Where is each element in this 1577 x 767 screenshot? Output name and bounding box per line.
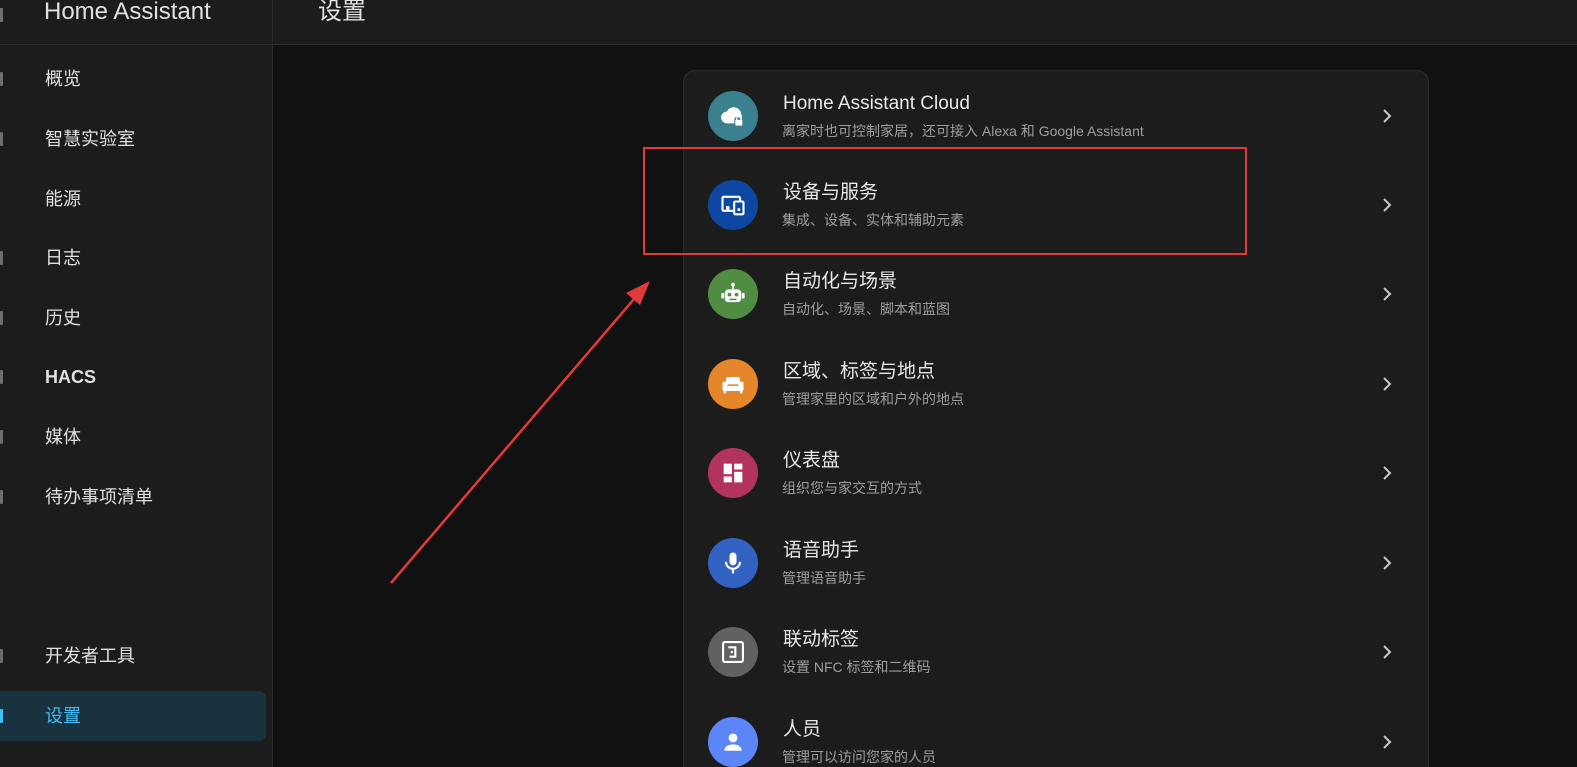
settings-icon: [0, 709, 3, 723]
sidebar-item-label: 设置: [45, 706, 81, 726]
row-subtitle: 管理家里的区域和户外的地点: [782, 391, 964, 407]
settings-row-automations[interactable]: 自动化与场景 自动化、场景、脚本和蓝图: [684, 249, 1428, 338]
row-subtitle: 离家时也可控制家居，还可接入 Alexa 和 Google Assistant: [782, 123, 1144, 139]
sidebar-item-smart-lab[interactable]: 智慧实验室: [0, 114, 266, 164]
row-title: 区域、标签与地点: [783, 361, 936, 382]
sidebar-item-label: 历史: [45, 308, 81, 328]
sidebar-item-energy[interactable]: 能源: [0, 174, 266, 224]
row-title: 语音助手: [783, 540, 860, 561]
settings-row-people[interactable]: 人员 管理可以访问您家的人员: [684, 697, 1428, 767]
row-title: 自动化与场景: [783, 271, 898, 292]
robot-icon: [708, 269, 758, 319]
settings-row-areas[interactable]: 区域、标签与地点 管理家里的区域和户外的地点: [684, 339, 1428, 428]
row-subtitle: 设置 NFC 标签和二维码: [782, 659, 931, 675]
sidebar-header: Home Assistant: [0, 0, 272, 45]
chevron-right-icon: [1383, 109, 1392, 123]
sidebar-item-label: HACS: [45, 367, 97, 387]
row-subtitle: 管理可以访问您家的人员: [782, 749, 936, 765]
page-title: 设置: [318, 0, 366, 25]
cloud-lock-icon: [708, 91, 758, 141]
nfc-icon: [708, 627, 758, 677]
sidebar-item-label: 待办事项清单: [45, 487, 153, 507]
settings-row-dashboards[interactable]: 仪表盘 组织您与家交互的方式: [684, 428, 1428, 517]
chevron-right-icon: [1383, 556, 1392, 570]
chevron-right-icon: [1383, 466, 1392, 480]
developer-tools-icon: [0, 649, 3, 663]
app-title: Home Assistant: [44, 0, 211, 25]
settings-row-devices-services[interactable]: 设备与服务 集成、设备、实体和辅助元素: [684, 160, 1428, 249]
settings-row-voice-assistants[interactable]: 语音助手 管理语音助手: [684, 518, 1428, 607]
sidebar-item-label: 能源: [45, 189, 81, 209]
settings-row-cloud[interactable]: Home Assistant Cloud 离家时也可控制家居，还可接入 Alex…: [684, 71, 1428, 160]
sidebar-item-media[interactable]: 媒体: [0, 412, 266, 462]
logbook-icon: [0, 251, 3, 265]
hacs-icon: [0, 370, 3, 384]
account-icon: [708, 717, 758, 767]
app-window: Home Assistant 概览 智慧实验室 能源 日志 历史 HACS 媒体: [0, 0, 1577, 767]
devices-icon: [708, 180, 758, 230]
media-icon: [0, 430, 3, 444]
sidebar-item-logbook[interactable]: 日志: [0, 233, 266, 283]
row-title: 仪表盘: [783, 450, 841, 471]
todo-icon: [0, 490, 3, 504]
chevron-right-icon: [1383, 735, 1392, 749]
chevron-right-icon: [1383, 287, 1392, 301]
sidebar-item-hacs[interactable]: HACS: [0, 352, 266, 402]
row-subtitle: 自动化、场景、脚本和蓝图: [782, 301, 950, 317]
lab-icon: [0, 132, 3, 146]
overview-icon: [0, 72, 3, 86]
history-icon: [0, 311, 3, 325]
chevron-right-icon: [1383, 377, 1392, 391]
row-title: 联动标签: [783, 629, 860, 650]
sidebar-item-label: 概览: [45, 69, 81, 89]
sofa-icon: [708, 359, 758, 409]
row-subtitle: 组织您与家交互的方式: [782, 480, 922, 496]
sidebar: Home Assistant 概览 智慧实验室 能源 日志 历史 HACS 媒体: [0, 0, 273, 767]
sidebar-item-label: 智慧实验室: [45, 129, 135, 149]
microphone-icon: [708, 538, 758, 588]
sidebar-item-developer-tools[interactable]: 开发者工具: [0, 631, 266, 681]
dashboard-icon: [708, 448, 758, 498]
sidebar-item-label: 开发者工具: [45, 646, 135, 666]
chevron-right-icon: [1383, 198, 1392, 212]
settings-card: Home Assistant Cloud 离家时也可控制家居，还可接入 Alex…: [683, 70, 1429, 767]
top-bar: 设置: [273, 0, 1577, 45]
row-title: 设备与服务: [783, 182, 879, 203]
sidebar-item-todo[interactable]: 待办事项清单: [0, 472, 266, 522]
main-content: Home Assistant Cloud 离家时也可控制家居，还可接入 Alex…: [273, 45, 1577, 767]
row-subtitle: 管理语音助手: [782, 570, 866, 586]
row-subtitle: 集成、设备、实体和辅助元素: [782, 212, 964, 228]
sidebar-item-label: 日志: [45, 248, 81, 268]
row-title: 人员: [783, 719, 822, 740]
settings-row-tags[interactable]: 联动标签 设置 NFC 标签和二维码: [684, 607, 1428, 696]
sidebar-item-settings[interactable]: 设置: [0, 691, 266, 741]
sidebar-item-label: 媒体: [45, 427, 81, 447]
chevron-right-icon: [1383, 645, 1392, 659]
sidebar-item-history[interactable]: 历史: [0, 293, 266, 343]
row-title: Home Assistant Cloud: [783, 93, 970, 114]
menu-icon[interactable]: [0, 8, 3, 22]
sidebar-item-overview[interactable]: 概览: [0, 54, 266, 104]
